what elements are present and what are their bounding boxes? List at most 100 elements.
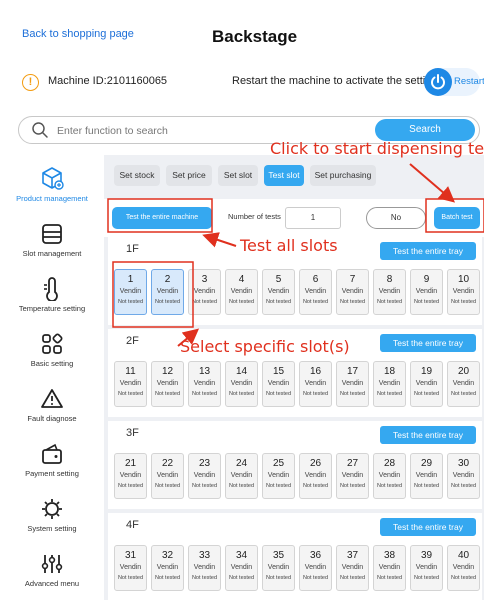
slot-list: 31 Vendin Not tested 32 Vendin Not tested 33… (114, 545, 480, 593)
search-input[interactable] (57, 122, 357, 140)
slot-number: 30 (457, 458, 470, 469)
slot-product: Vendin (378, 288, 401, 295)
slot-status: Not tested (302, 483, 329, 489)
slot-5[interactable]: 5 Vendin Not tested (262, 269, 295, 315)
slot-18[interactable]: 18 Vendin Not tested (373, 361, 406, 407)
sidebar-item-system-setting[interactable]: System setting (0, 497, 104, 559)
sidebar-item-slot-management[interactable]: Slot management (0, 222, 104, 284)
slot-product: Vendin (452, 564, 475, 571)
slot-product: Vendin (415, 288, 438, 295)
slot-number: 6 (312, 274, 319, 285)
slot-status: Not tested (302, 391, 329, 397)
wallet-icon (0, 442, 104, 466)
back-to-shopping-link[interactable]: Back to shopping page (22, 28, 134, 40)
slot-15[interactable]: 15 Vendin Not tested (262, 361, 295, 407)
slot-26[interactable]: 26 Vendin Not tested (299, 453, 332, 499)
slot-product: Vendin (415, 472, 438, 479)
slot-10[interactable]: 10 Vendin Not tested (447, 269, 480, 315)
restart-label: Restart (454, 76, 484, 87)
slot-number: 35 (272, 550, 285, 561)
slot-19[interactable]: 19 Vendin Not tested (410, 361, 443, 407)
slot-36[interactable]: 36 Vendin Not tested (299, 545, 332, 591)
sidebar-item-payment-setting[interactable]: Payment setting (0, 442, 104, 504)
sidebar-item-label: Slot management (22, 249, 82, 258)
slot-4[interactable]: 4 Vendin Not tested (225, 269, 258, 315)
slot-number: 29 (420, 458, 433, 469)
tab-test-slot[interactable]: Test slot (264, 165, 304, 186)
restart-hint: Restart the machine to activate the sett… (232, 75, 443, 87)
slot-status: Not tested (191, 575, 218, 581)
sidebar-item-basic-setting[interactable]: Basic setting (0, 332, 104, 394)
slot-38[interactable]: 38 Vendin Not tested (373, 545, 406, 591)
sidebar-item-temperature-setting[interactable]: Temperature setting (0, 277, 104, 339)
slot-1[interactable]: 1 Vendin Not tested (114, 269, 147, 315)
slot-16[interactable]: 16 Vendin Not tested (299, 361, 332, 407)
slot-30[interactable]: 30 Vendin Not tested (447, 453, 480, 499)
slot-37[interactable]: 37 Vendin Not tested (336, 545, 369, 591)
slot-32[interactable]: 32 Vendin Not tested (151, 545, 184, 591)
sidebar-item-advanced-menu[interactable]: Advanced menu (0, 552, 104, 600)
number-of-tests-input[interactable]: 1 (285, 207, 341, 229)
slot-24[interactable]: 24 Vendin Not tested (225, 453, 258, 499)
batch-test-button[interactable]: Batch test (434, 207, 480, 229)
restart-button[interactable]: Restart (424, 68, 484, 96)
slot-28[interactable]: 28 Vendin Not tested (373, 453, 406, 499)
test-entire-machine-button[interactable]: Test the entire machine (112, 207, 212, 229)
slot-25[interactable]: 25 Vendin Not tested (262, 453, 295, 499)
tray-title: 4F (126, 519, 139, 531)
slot-9[interactable]: 9 Vendin Not tested (410, 269, 443, 315)
slot-23[interactable]: 23 Vendin Not tested (188, 453, 221, 499)
slot-product: Vendin (193, 288, 216, 295)
test-entire-tray-button[interactable]: Test the entire tray (380, 242, 476, 260)
slot-21[interactable]: 21 Vendin Not tested (114, 453, 147, 499)
slot-status: Not tested (265, 575, 292, 581)
slot-27[interactable]: 27 Vendin Not tested (336, 453, 369, 499)
slot-11[interactable]: 11 Vendin Not tested (114, 361, 147, 407)
slot-number: 37 (346, 550, 359, 561)
test-entire-tray-button[interactable]: Test the entire tray (380, 518, 476, 536)
slot-8[interactable]: 8 Vendin Not tested (373, 269, 406, 315)
slot-number: 26 (309, 458, 322, 469)
tab-set-slot[interactable]: Set slot (218, 165, 258, 186)
tab-set-stock[interactable]: Set stock (114, 165, 160, 186)
slot-number: 36 (309, 550, 322, 561)
slot-12[interactable]: 12 Vendin Not tested (151, 361, 184, 407)
slot-31[interactable]: 31 Vendin Not tested (114, 545, 147, 591)
slot-status: Not tested (413, 391, 440, 397)
test-entire-tray-button[interactable]: Test the entire tray (380, 426, 476, 444)
slot-product: Vendin (304, 380, 327, 387)
slot-2[interactable]: 2 Vendin Not tested (151, 269, 184, 315)
slot-13[interactable]: 13 Vendin Not tested (188, 361, 221, 407)
slot-20[interactable]: 20 Vendin Not tested (447, 361, 480, 407)
tab-set-purchasing[interactable]: Set purchasing (310, 165, 376, 186)
slot-number: 31 (124, 550, 137, 561)
no-button[interactable]: No (366, 207, 426, 229)
slot-list: 1 Vendin Not tested 2 Vendin Not tested 3 Ven… (114, 269, 480, 317)
search-button[interactable]: Search (375, 119, 475, 141)
sidebar-item-product-management[interactable]: Product management (0, 165, 104, 227)
slot-number: 8 (386, 274, 393, 285)
test-entire-tray-button[interactable]: Test the entire tray (380, 334, 476, 352)
product-box-icon (0, 165, 104, 191)
sidebar-item-fault-diagnose[interactable]: Fault diagnose (0, 387, 104, 449)
slot-number: 13 (198, 366, 211, 377)
slot-14[interactable]: 14 Vendin Not tested (225, 361, 258, 407)
slot-22[interactable]: 22 Vendin Not tested (151, 453, 184, 499)
slot-33[interactable]: 33 Vendin Not tested (188, 545, 221, 591)
slot-3[interactable]: 3 Vendin Not tested (188, 269, 221, 315)
slot-39[interactable]: 39 Vendin Not tested (410, 545, 443, 591)
slot-7[interactable]: 7 Vendin Not tested (336, 269, 369, 315)
slot-34[interactable]: 34 Vendin Not tested (225, 545, 258, 591)
slot-40[interactable]: 40 Vendin Not tested (447, 545, 480, 591)
slot-35[interactable]: 35 Vendin Not tested (262, 545, 295, 591)
slot-6[interactable]: 6 Vendin Not tested (299, 269, 332, 315)
slot-17[interactable]: 17 Vendin Not tested (336, 361, 369, 407)
sidebar-item-label: System setting (27, 524, 77, 533)
slot-number: 11 (125, 366, 136, 377)
slot-29[interactable]: 29 Vendin Not tested (410, 453, 443, 499)
slot-product: Vendin (341, 288, 364, 295)
slot-status: Not tested (117, 575, 144, 581)
slot-number: 4 (238, 274, 245, 285)
slot-status: Not tested (228, 299, 255, 305)
tab-set-price[interactable]: Set price (166, 165, 212, 186)
